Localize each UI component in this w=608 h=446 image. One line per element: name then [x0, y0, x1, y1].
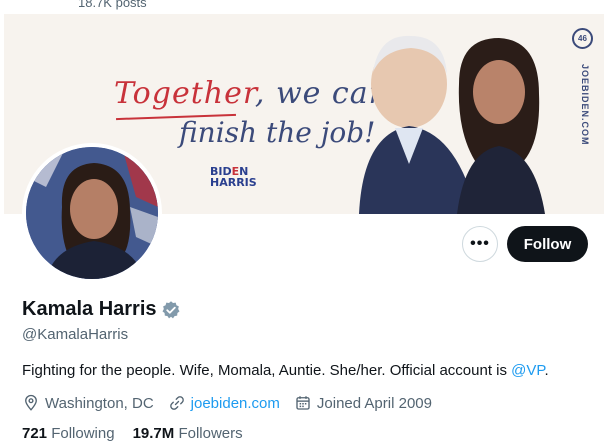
follow-stats: 721 Following 19.7M Followers [22, 425, 261, 442]
profile-name-row: Kamala Harris [22, 298, 181, 321]
link-icon [169, 396, 184, 410]
followers-count: 19.7M [132, 425, 175, 442]
biden-harris-logo: BIDEN HARRIS [210, 166, 257, 188]
bio-mention-link[interactable]: @VP [511, 362, 544, 379]
badge-46-icon: 46 [572, 28, 593, 49]
banner-side-url: JOEBIDEN.COM [580, 64, 590, 146]
followers-label: Followers [178, 425, 243, 442]
following-count: 721 [22, 425, 48, 442]
post-count: 18.7K posts [78, 0, 147, 10]
joined-text: Joined April 2009 [316, 394, 432, 412]
banner-slogan-word: Together [114, 76, 255, 111]
joined-item: Joined April 2009 [294, 394, 432, 412]
profile-bio: Fighting for the people. Wife, Momala, A… [22, 362, 549, 379]
website-item: joebiden.com [168, 394, 280, 412]
profile-name: Kamala Harris [22, 298, 157, 320]
calendar-icon [296, 396, 310, 410]
avatar[interactable] [22, 143, 162, 283]
location-item: Washington, DC [22, 394, 154, 412]
verified-badge-icon[interactable] [161, 300, 181, 320]
profile-handle: @KamalaHarris [22, 326, 129, 343]
more-icon: ••• [470, 235, 490, 252]
more-options-button[interactable]: ••• [462, 226, 498, 262]
banner-slogan-line1: Together, we can [114, 76, 389, 111]
logo-line2: HARRIS [210, 176, 257, 189]
banner-slogan-line2: finish the job! [179, 116, 376, 149]
following-stat[interactable]: 721 Following [22, 425, 115, 442]
avatar-image [26, 147, 158, 279]
profile-meta: Washington, DC joebiden.com Joined April… [22, 394, 446, 412]
bio-text: Fighting for the people. Wife, Momala, A… [22, 362, 512, 379]
location-text: Washington, DC [45, 394, 154, 412]
website-link[interactable]: joebiden.com [191, 395, 280, 412]
bio-end: . [544, 362, 549, 379]
top-bar: 18.7K posts [0, 0, 608, 14]
avatar-photo [26, 147, 158, 279]
banner-photo [359, 35, 545, 214]
following-label: Following [51, 425, 115, 442]
follow-button[interactable]: Follow [507, 226, 588, 262]
followers-stat[interactable]: 19.7M Followers [133, 425, 243, 442]
location-pin-icon [25, 394, 37, 411]
